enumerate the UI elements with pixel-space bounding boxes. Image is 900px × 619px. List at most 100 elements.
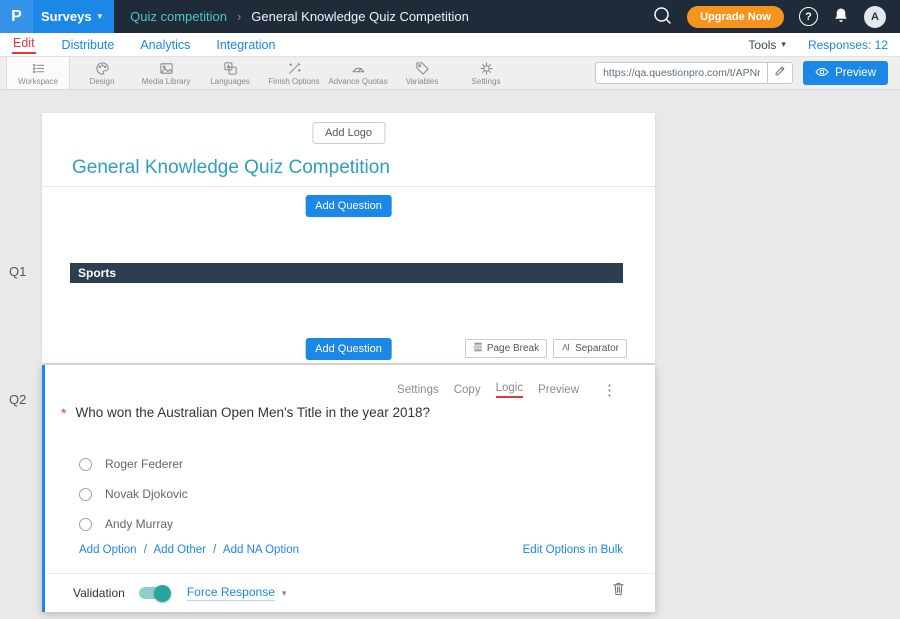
edit-url-button[interactable]	[767, 62, 793, 84]
delete-question-button[interactable]	[612, 581, 625, 599]
top-header: P Surveys ▾ Quiz competition › General K…	[0, 0, 900, 33]
notifications-button[interactable]	[833, 7, 849, 27]
toolbar-item-label: Finish Options	[268, 77, 319, 86]
question-preview-link[interactable]: Preview	[538, 384, 579, 396]
pencil-icon	[774, 64, 786, 82]
add-logo-button[interactable]: Add Logo	[312, 122, 385, 144]
question-card-q2: Settings Copy Logic Preview ⋮ * Who won …	[42, 365, 655, 612]
upgrade-now-button[interactable]: Upgrade Now	[687, 6, 784, 28]
bell-icon	[833, 7, 849, 27]
toolbar-item-label: Settings	[472, 77, 501, 86]
navbar-right: Tools ▾ Responses: 12	[748, 38, 888, 52]
question-logic-link[interactable]: Logic	[496, 382, 524, 398]
languages-icon	[223, 61, 238, 76]
eye-icon	[815, 66, 829, 81]
gear-icon	[479, 61, 494, 76]
add-na-option-link[interactable]: Add NA Option	[223, 544, 299, 556]
toolbar-item-label: Design	[90, 77, 115, 86]
toolbar-item-label: Advance Quotas	[328, 77, 387, 86]
preview-button[interactable]: Preview	[803, 61, 888, 85]
questionpro-logo: P	[0, 0, 33, 33]
add-other-link[interactable]: Add Other	[154, 544, 206, 556]
question-text[interactable]: Who won the Australian Open Men's Title …	[75, 405, 430, 420]
question-footer-divider	[45, 573, 655, 574]
answer-option-label[interactable]: Andy Murray	[105, 517, 173, 531]
add-option-links: Add Option / Add Other / Add NA Option	[79, 544, 299, 556]
answer-option-row[interactable]: Novak Djokovic	[79, 487, 188, 501]
user-avatar[interactable]: A	[864, 6, 886, 28]
question-number-q1: Q1	[9, 264, 26, 279]
page-break-icon	[473, 342, 483, 355]
toolbar-item-label: Media Library	[142, 77, 190, 86]
tab-analytics[interactable]: Analytics	[140, 38, 190, 52]
main-navbar: Edit Distribute Analytics Integration To…	[0, 33, 900, 57]
break-controls: Page Break Separator	[465, 339, 627, 358]
page-break-button[interactable]: Page Break	[465, 339, 547, 358]
tools-menu[interactable]: Tools ▾	[748, 38, 786, 52]
answer-option-row[interactable]: Roger Federer	[79, 457, 183, 471]
validation-row: Validation Force Response ▾	[73, 585, 286, 601]
toolbar-item-languages[interactable]: Languages	[198, 57, 262, 89]
survey-canvas: Q1 Q2 Add Logo General Knowledge Quiz Co…	[0, 90, 900, 619]
breadcrumb-survey-title: General Knowledge Quiz Competition	[251, 9, 469, 24]
caret-down-icon: ▾	[781, 39, 786, 50]
validation-toggle[interactable]	[139, 587, 169, 599]
toolbar-item-media-library[interactable]: Media Library	[134, 57, 198, 89]
question-settings-link[interactable]: Settings	[397, 384, 439, 396]
breadcrumb-separator-icon: ›	[237, 9, 241, 24]
toolbar-item-design[interactable]: Design	[70, 57, 134, 89]
add-option-link[interactable]: Add Option	[79, 544, 137, 556]
tab-integration[interactable]: Integration	[216, 38, 275, 52]
search-icon	[653, 6, 672, 28]
finish-options-icon	[287, 61, 302, 76]
add-question-button-bottom[interactable]: Add Question	[305, 338, 392, 360]
survey-title[interactable]: General Knowledge Quiz Competition	[72, 157, 390, 179]
validation-label: Validation	[73, 586, 125, 600]
radio-button[interactable]	[79, 518, 92, 531]
answer-option-label[interactable]: Novak Djokovic	[105, 487, 188, 501]
question-copy-link[interactable]: Copy	[454, 384, 481, 396]
section-header-sports[interactable]: Sports	[70, 263, 623, 283]
add-question-button-top[interactable]: Add Question	[305, 195, 392, 217]
force-response-dropdown[interactable]: Force Response ▾	[187, 585, 287, 601]
toolbar-item-finish-options[interactable]: Finish Options	[262, 57, 326, 89]
toolbar-item-workspace[interactable]: Workspace	[6, 57, 70, 89]
toolbar-item-advance-quotas[interactable]: Advance Quotas	[326, 57, 390, 89]
link-separator: /	[213, 544, 216, 556]
tools-label: Tools	[748, 38, 776, 52]
toolbar-item-settings[interactable]: Settings	[454, 57, 518, 89]
answer-option-label[interactable]: Roger Federer	[105, 457, 183, 471]
workspace-icon	[31, 61, 46, 76]
question-title-row: * Who won the Australian Open Men's Titl…	[61, 405, 430, 421]
page-break-label: Page Break	[487, 343, 539, 354]
answer-option-row[interactable]: Andy Murray	[79, 517, 173, 531]
preview-button-label: Preview	[835, 67, 876, 79]
section-title: Sports	[78, 266, 116, 280]
edit-options-in-bulk-link[interactable]: Edit Options in Bulk	[523, 544, 623, 556]
kebab-menu-icon[interactable]: ⋮	[602, 381, 617, 399]
help-button[interactable]: ?	[799, 7, 818, 26]
radio-button[interactable]	[79, 488, 92, 501]
toolbar-item-variables[interactable]: Variables	[390, 57, 454, 89]
responses-count[interactable]: Responses: 12	[808, 38, 888, 52]
toolbar-item-label: Variables	[406, 77, 439, 86]
breadcrumb: Quiz competition › General Knowledge Qui…	[130, 9, 469, 24]
separator-button[interactable]: Separator	[553, 339, 627, 358]
toolbar-item-label: Workspace	[18, 77, 58, 86]
breadcrumb-survey-group[interactable]: Quiz competition	[130, 9, 227, 24]
tab-edit[interactable]: Edit	[12, 35, 36, 54]
survey-url-input[interactable]	[595, 62, 767, 84]
radio-button[interactable]	[79, 458, 92, 471]
surveys-menu[interactable]: P Surveys ▾	[0, 0, 114, 33]
media-library-icon	[159, 61, 174, 76]
separator-icon	[561, 342, 571, 355]
caret-down-icon: ▾	[98, 11, 103, 22]
question-number-q2: Q2	[9, 392, 26, 407]
search-button[interactable]	[653, 6, 672, 28]
tab-distribute[interactable]: Distribute	[62, 38, 115, 52]
trash-icon	[612, 584, 625, 599]
question-actions: Settings Copy Logic Preview ⋮	[397, 381, 617, 399]
surveys-label: Surveys	[41, 9, 92, 24]
design-palette-icon	[95, 61, 110, 76]
required-asterisk: *	[61, 405, 66, 421]
